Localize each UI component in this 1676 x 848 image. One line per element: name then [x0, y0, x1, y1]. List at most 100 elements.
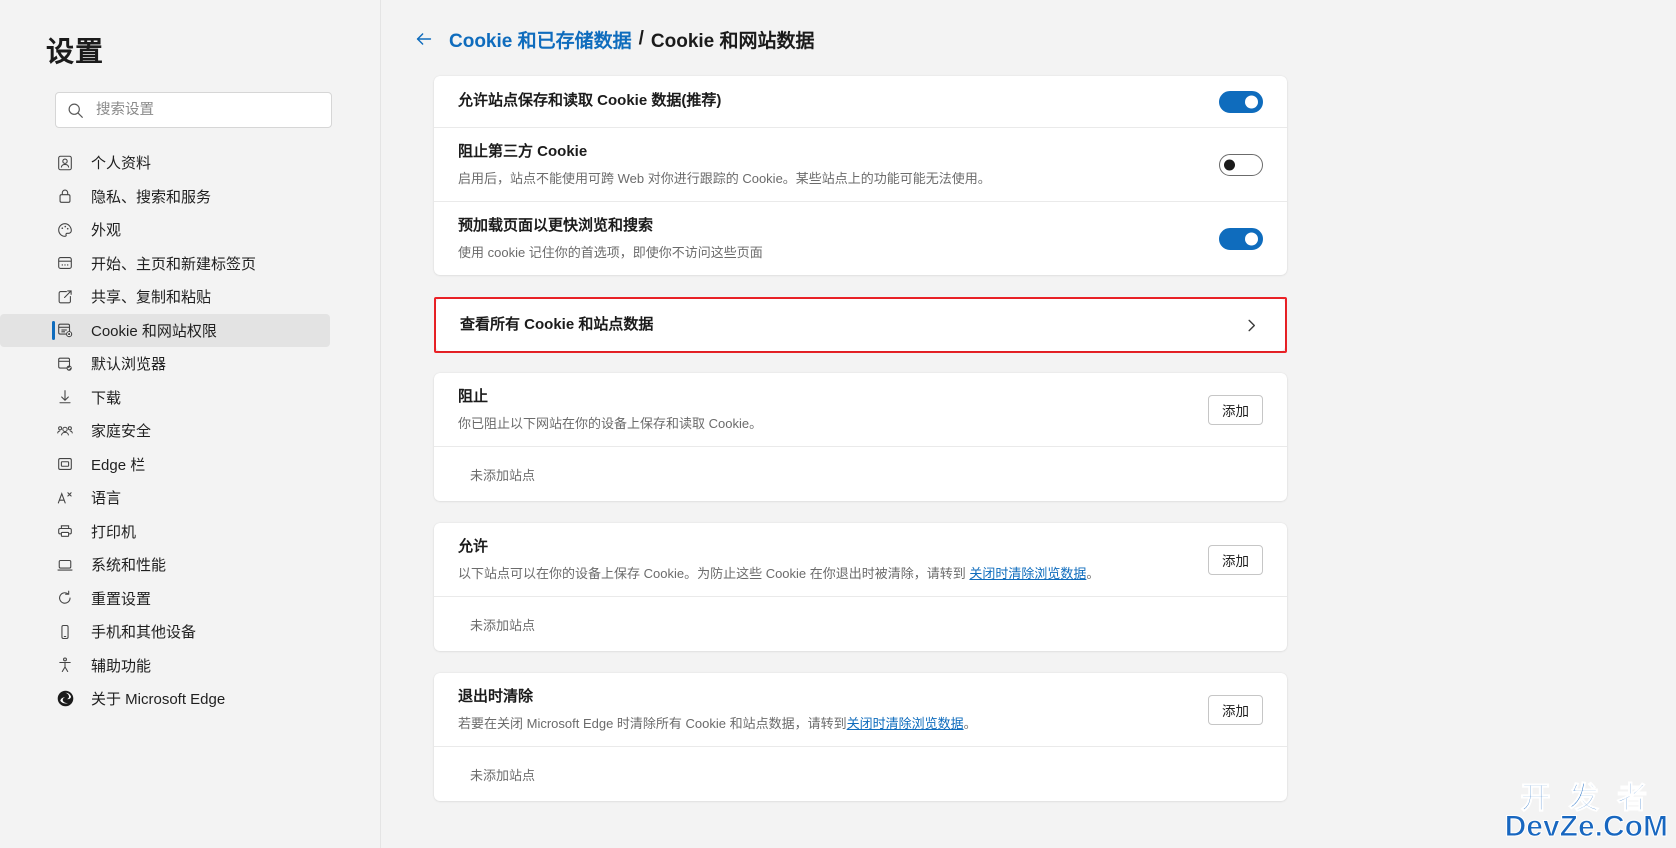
sidebar-item-family-safety[interactable]: 家庭安全 [0, 414, 330, 448]
preload-pages-toggle[interactable] [1219, 227, 1263, 250]
system-icon [55, 555, 75, 575]
sidebar-item-cookies-and-site-permissions[interactable]: Cookie 和网站权限 [0, 313, 330, 347]
sidebar-item-label: 打印机 [91, 523, 137, 541]
view-all-cookies-card: 查看所有 Cookie 和站点数据 [436, 299, 1285, 351]
sidebar-item-label: 关于 Microsoft Edge [91, 691, 226, 709]
section-description-tail: 。 [963, 715, 977, 731]
sidebar-item-appearance[interactable]: 外观 [0, 213, 330, 247]
sidebar-item-profile[interactable]: 个人资料 [0, 146, 330, 180]
default-browser-icon [55, 354, 75, 374]
row-text: 允许 以下站点可以在你的设备上保存 Cookie。为防止这些 Cookie 在你… [458, 523, 1099, 596]
sidebar-item-label: Edge 栏 [91, 456, 146, 474]
profile-icon [55, 153, 75, 173]
toggle-knob [1245, 232, 1258, 245]
row-text: 阻止 你已阻止以下网站在你的设备上保存和读取 Cookie。 [458, 373, 762, 446]
sidebar-item-system-performance[interactable]: 系统和性能 [0, 548, 330, 582]
view-all-cookies-highlight: 查看所有 Cookie 和站点数据 [434, 297, 1287, 353]
clear-browsing-data-link[interactable]: 关闭时清除浏览数据 [969, 566, 1086, 581]
edge-logo-icon [55, 689, 75, 709]
toggle-knob [1245, 95, 1258, 108]
section-description: 若要在关闭 Microsoft Edge 时清除所有 Cookie 和站点数据，… [458, 714, 977, 734]
add-block-site-button[interactable]: 添加 [1208, 394, 1263, 425]
sidebar-item-accessibility[interactable]: 辅助功能 [0, 649, 330, 683]
clear-on-exit-section-header: 退出时清除 若要在关闭 Microsoft Edge 时清除所有 Cookie … [434, 673, 1287, 747]
sidebar-item-label: 辅助功能 [91, 657, 152, 675]
cookie-settings-icon [55, 320, 75, 340]
allow-cookies-toggle[interactable] [1219, 90, 1263, 113]
block-empty-state: 未添加站点 [470, 467, 536, 483]
chevron-right-icon[interactable] [1241, 315, 1261, 335]
sidebar-item-downloads[interactable]: 下载 [0, 381, 330, 415]
settings-sidebar: 设置 个人资料 [0, 0, 381, 848]
section-title: 允许 [458, 538, 489, 555]
section-description: 以下站点可以在你的设备上保存 Cookie。为防止这些 Cookie 在你退出时… [458, 564, 1099, 584]
accessibility-icon [55, 655, 75, 675]
breadcrumb-parent-link[interactable]: Cookie 和已存储数据 [449, 26, 632, 53]
sidebar-item-label: 下载 [91, 389, 122, 407]
view-all-cookies-row[interactable]: 查看所有 Cookie 和站点数据 [436, 299, 1285, 351]
setting-description: 使用 cookie 记住你的首选项，即使你不访问这些页面 [458, 244, 763, 260]
sidebar-item-label: 共享、复制和粘贴 [91, 289, 212, 307]
sidebar-item-label: 隐私、搜索和服务 [91, 188, 212, 206]
sidebar-item-share[interactable]: 共享、复制和粘贴 [0, 280, 330, 314]
setting-title: 允许站点保存和读取 Cookie 数据(推荐) [458, 92, 722, 110]
search-settings-box[interactable] [55, 92, 332, 128]
breadcrumb-separator: / [638, 28, 644, 49]
clear-on-exit-section-card: 退出时清除 若要在关闭 Microsoft Edge 时清除所有 Cookie … [434, 673, 1287, 801]
language-icon [55, 488, 75, 508]
watermark-line-2: DevZe.CoM [1504, 810, 1668, 843]
sidebar-item-label: 系统和性能 [91, 557, 167, 575]
palette-icon [55, 220, 75, 240]
back-arrow-icon[interactable] [411, 26, 437, 52]
phone-icon [55, 622, 75, 642]
sidebar-item-languages[interactable]: 语言 [0, 481, 330, 515]
share-icon [55, 287, 75, 307]
printer-icon [55, 521, 75, 541]
sidebar-item-startup[interactable]: 开始、主页和新建标签页 [0, 247, 330, 281]
allow-section-header: 允许 以下站点可以在你的设备上保存 Cookie。为防止这些 Cookie 在你… [434, 523, 1287, 597]
sidebar-item-privacy[interactable]: 隐私、搜索和服务 [0, 180, 330, 214]
sidebar-item-label: 外观 [91, 222, 122, 240]
sidebar-item-label: 语言 [91, 490, 122, 508]
row-text: 预加载页面以更快浏览和搜索 使用 cookie 记住你的首选项，即使你不访问这些… [458, 202, 763, 275]
block-section-card: 阻止 你已阻止以下网站在你的设备上保存和读取 Cookie。 添加 未添加站点 [434, 373, 1287, 501]
block-third-party-cookies-toggle[interactable] [1219, 153, 1263, 176]
sidebar-nav: 个人资料 隐私、搜索和服务 外观 开始、主页和新建标签页 共享、复制和粘贴 Co… [0, 146, 380, 716]
sidebar-item-edge-bar[interactable]: Edge 栏 [0, 448, 330, 482]
breadcrumb: Cookie 和已存储数据 / Cookie 和网站数据 [381, 0, 1676, 60]
cookie-settings-card: 允许站点保存和读取 Cookie 数据(推荐) 阻止第三方 Cookie 启用后… [434, 76, 1287, 275]
search-input[interactable] [96, 93, 321, 127]
settings-content: Cookie 和已存储数据 / Cookie 和网站数据 允许站点保存和读取 C… [381, 0, 1676, 848]
family-icon [55, 421, 75, 441]
setting-title: 预加载页面以更快浏览和搜索 [458, 217, 654, 234]
sidebar-item-about-edge[interactable]: 关于 Microsoft Edge [0, 682, 330, 716]
search-icon [66, 101, 84, 119]
sidebar-item-label: 默认浏览器 [91, 356, 167, 374]
section-description: 你已阻止以下网站在你的设备上保存和读取 Cookie。 [458, 414, 762, 434]
setting-title: 阻止第三方 Cookie [458, 143, 588, 160]
setting-row-block-third-party[interactable]: 阻止第三方 Cookie 启用后，站点不能使用可跨 Web 对你进行跟踪的 Co… [434, 128, 1287, 202]
breadcrumb-current: Cookie 和网站数据 [650, 30, 815, 52]
clear-on-exit-empty-state: 未添加站点 [470, 767, 536, 783]
add-clear-on-exit-site-button[interactable]: 添加 [1208, 694, 1263, 725]
sidebar-item-printers[interactable]: 打印机 [0, 515, 330, 549]
allow-empty-state: 未添加站点 [470, 617, 536, 633]
sidebar-item-phone-and-devices[interactable]: 手机和其他设备 [0, 615, 330, 649]
row-text: 查看所有 Cookie 和站点数据 [460, 301, 653, 350]
sidebar-item-label: 家庭安全 [91, 423, 152, 441]
toggle-knob [1224, 159, 1235, 170]
add-allow-site-button[interactable]: 添加 [1208, 544, 1263, 575]
section-title: 阻止 [458, 388, 489, 405]
reset-icon [55, 588, 75, 608]
sidebar-item-reset-settings[interactable]: 重置设置 [0, 582, 330, 616]
section-description-tail: 。 [1086, 565, 1100, 581]
sidebar-item-default-browser[interactable]: 默认浏览器 [0, 347, 330, 381]
setting-row-preload-pages[interactable]: 预加载页面以更快浏览和搜索 使用 cookie 记住你的首选项，即使你不访问这些… [434, 202, 1287, 275]
setting-description: 启用后，站点不能使用可跨 Web 对你进行跟踪的 Cookie。某些站点上的功能… [458, 170, 991, 186]
setting-row-allow-cookies[interactable]: 允许站点保存和读取 Cookie 数据(推荐) [434, 76, 1287, 128]
lock-icon [55, 186, 75, 206]
section-description-text: 你已阻止以下网站在你的设备上保存和读取 Cookie。 [458, 415, 763, 431]
row-text: 退出时清除 若要在关闭 Microsoft Edge 时清除所有 Cookie … [458, 673, 977, 746]
clear-browsing-data-link[interactable]: 关闭时清除浏览数据 [847, 716, 964, 731]
settings-window: 设置 个人资料 [0, 0, 1676, 848]
